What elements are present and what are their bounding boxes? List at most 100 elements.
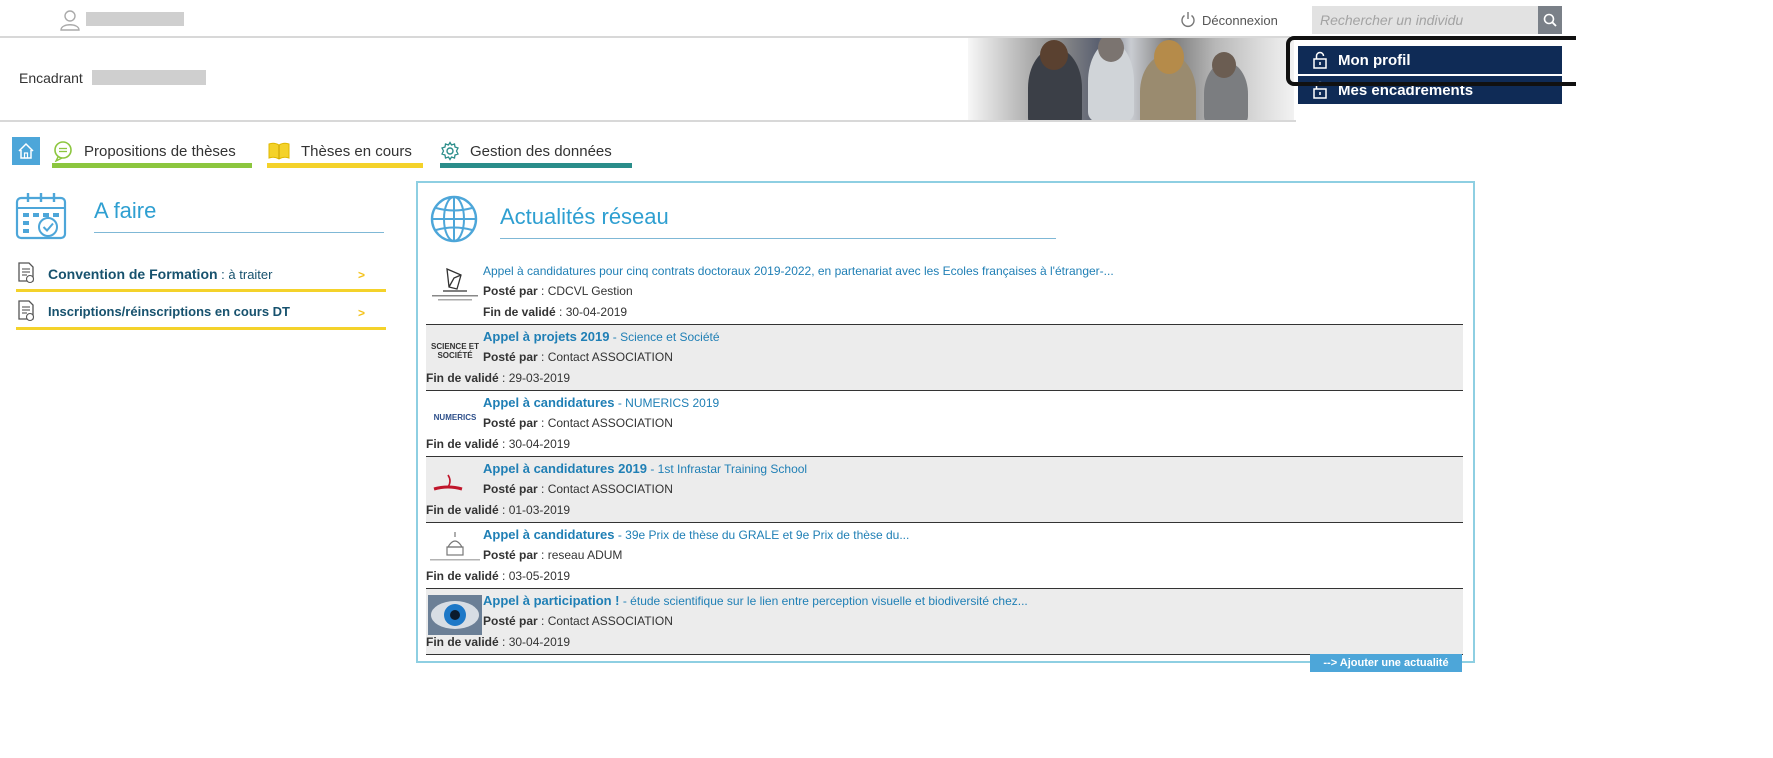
news-expiry: 30-04-2019 bbox=[508, 437, 571, 451]
fin-label: Fin de validé bbox=[426, 569, 499, 583]
news-expiry: 01-03-2019 bbox=[508, 503, 571, 517]
news-expiry: 29-03-2019 bbox=[508, 371, 571, 385]
news-headline-text: - Science et Société bbox=[609, 330, 720, 344]
fin-label: Fin de validé bbox=[426, 503, 499, 517]
news-headline-text: - étude scientifique sur le lien entre p… bbox=[619, 594, 1028, 608]
news-item: Appel à participation ! - étude scientif… bbox=[426, 589, 1463, 655]
news-item: Appel à candidatures 2019 - 1st Infrasta… bbox=[426, 457, 1463, 523]
news-headline-link[interactable]: Appel à participation ! - étude scientif… bbox=[483, 593, 1028, 608]
add-news-button[interactable]: --> Ajouter une actualité bbox=[1310, 654, 1462, 672]
globe-icon bbox=[430, 195, 478, 243]
todo-title: A faire bbox=[94, 198, 157, 223]
news-poster: reseau ADUM bbox=[547, 548, 623, 562]
tab-underline bbox=[267, 163, 423, 168]
posted-label: Posté par bbox=[483, 482, 538, 496]
chat-icon bbox=[54, 141, 72, 162]
news-headline-strong: Appel à participation ! bbox=[483, 593, 620, 608]
news-poster: CDCVL Gestion bbox=[547, 284, 633, 298]
posted-label: Posté par bbox=[483, 416, 538, 430]
posted-label: Posté par bbox=[483, 548, 538, 562]
todo-item-title: Inscriptions/réinscriptions en cours DT bbox=[48, 304, 290, 319]
news-headline-link[interactable]: Appel à candidatures - 39e Prix de thèse… bbox=[483, 527, 909, 542]
document-icon bbox=[18, 262, 35, 284]
logout-button[interactable]: Déconnexion bbox=[1180, 10, 1278, 30]
fin-label: Fin de validé bbox=[426, 437, 499, 451]
posted-label: Posté par bbox=[483, 614, 538, 628]
news-headline-link[interactable]: Appel à candidatures 2019 - 1st Infrasta… bbox=[483, 461, 807, 476]
news-headline-strong: Appel à projets 2019 bbox=[483, 329, 610, 344]
chevron-right-icon: > bbox=[358, 268, 366, 282]
divider bbox=[94, 232, 384, 233]
news-thumbnail: NUMERICS bbox=[428, 397, 482, 437]
news-headline-link[interactable]: Appel à candidatures - NUMERICS 2019 bbox=[483, 395, 719, 410]
news-headline-text: Appel à candidatures pour cinq contrats … bbox=[483, 264, 1114, 278]
news-thumbnail bbox=[428, 463, 482, 503]
news-item: SCIENCE ET SOCIÉTÉ Appel à projets 2019 … bbox=[426, 325, 1463, 391]
posted-label: Posté par bbox=[483, 350, 538, 364]
fin-label: Fin de validé bbox=[483, 305, 556, 319]
calendar-check-icon bbox=[15, 193, 67, 240]
home-button[interactable] bbox=[12, 137, 40, 165]
news-poster: Contact ASSOCIATION bbox=[547, 482, 673, 496]
eye-image bbox=[428, 595, 482, 635]
infrastar-logo bbox=[433, 474, 463, 491]
news-item: NUMERICS Appel à candidatures - NUMERICS… bbox=[426, 391, 1463, 457]
news-headline-link[interactable]: Appel à projets 2019 - Science et Sociét… bbox=[483, 329, 720, 344]
gear-icon bbox=[441, 141, 459, 161]
item-underline bbox=[16, 327, 386, 330]
document-icon bbox=[18, 300, 35, 322]
news-poster: Contact ASSOCIATION bbox=[547, 416, 673, 430]
news-thumbnail bbox=[428, 595, 482, 635]
tab-thesis-proposals[interactable]: Propositions de thèses bbox=[52, 134, 252, 168]
news-expiry: 30-04-2019 bbox=[565, 305, 628, 319]
news-poster: Contact ASSOCIATION bbox=[547, 614, 673, 628]
news-list: Appel à candidatures pour cinq contrats … bbox=[426, 259, 1463, 655]
news-headline-text: - NUMERICS 2019 bbox=[614, 396, 720, 410]
thumb-text: SCIENCE ET SOCIÉTÉ bbox=[430, 342, 479, 360]
news-headline-text: - 39e Prix de thèse du GRALE et 9e Prix … bbox=[614, 528, 910, 542]
news-poster: Contact ASSOCIATION bbox=[547, 350, 673, 364]
book-icon bbox=[268, 142, 290, 160]
todo-item-status: à traiter bbox=[228, 267, 273, 282]
news-headline-strong: Appel à candidatures bbox=[483, 527, 615, 542]
university-logo bbox=[430, 532, 480, 561]
todo-item-title: Convention de Formation bbox=[48, 266, 218, 282]
thumb-text: NUMERICS bbox=[433, 412, 477, 422]
tab-underline bbox=[52, 163, 252, 168]
power-icon bbox=[1181, 12, 1195, 27]
user-icon bbox=[60, 10, 80, 31]
tab-data-management[interactable]: Gestion des données bbox=[440, 134, 632, 168]
todo-separator: : bbox=[217, 267, 229, 282]
posted-label: Posté par bbox=[483, 284, 538, 298]
highlight-annotation bbox=[1286, 36, 1576, 86]
role-name-redacted bbox=[92, 70, 206, 85]
tab-underline bbox=[440, 163, 632, 168]
search-input[interactable] bbox=[1312, 6, 1538, 34]
top-bar: Déconnexion bbox=[0, 0, 1773, 40]
news-expiry: 30-04-2019 bbox=[508, 635, 571, 649]
divider bbox=[0, 120, 1296, 122]
role-label: Encadrant bbox=[19, 70, 83, 86]
fin-label: Fin de validé bbox=[426, 635, 499, 649]
news-title: Actualités réseau bbox=[500, 204, 669, 229]
todo-item-registrations[interactable]: Inscriptions/réinscriptions en cours DT … bbox=[16, 300, 386, 330]
search-button[interactable] bbox=[1538, 6, 1562, 34]
logout-label: Déconnexion bbox=[1202, 12, 1278, 28]
tab-ongoing-theses[interactable]: Thèses en cours bbox=[267, 134, 423, 168]
user-name-redacted bbox=[86, 12, 184, 26]
news-item: Appel à candidatures pour cinq contrats … bbox=[426, 259, 1463, 325]
divider bbox=[500, 238, 1056, 239]
todo-item-training-agreement[interactable]: Convention de Formation : à traiter > bbox=[16, 262, 386, 292]
news-thumbnail bbox=[428, 265, 482, 305]
efe-logo bbox=[432, 267, 478, 301]
banner-image bbox=[968, 38, 1294, 122]
news-headline-strong: Appel à candidatures 2019 bbox=[483, 461, 648, 476]
search-icon bbox=[1543, 13, 1557, 27]
news-expiry: 03-05-2019 bbox=[508, 569, 571, 583]
news-headline-link[interactable]: Appel à candidatures pour cinq contrats … bbox=[483, 263, 1114, 278]
fin-label: Fin de validé bbox=[426, 371, 499, 385]
news-thumbnail: SCIENCE ET SOCIÉTÉ bbox=[428, 331, 482, 371]
home-icon bbox=[18, 142, 34, 159]
news-headline-strong: Appel à candidatures bbox=[483, 395, 615, 410]
tab-label: Propositions de thèses bbox=[84, 142, 236, 160]
